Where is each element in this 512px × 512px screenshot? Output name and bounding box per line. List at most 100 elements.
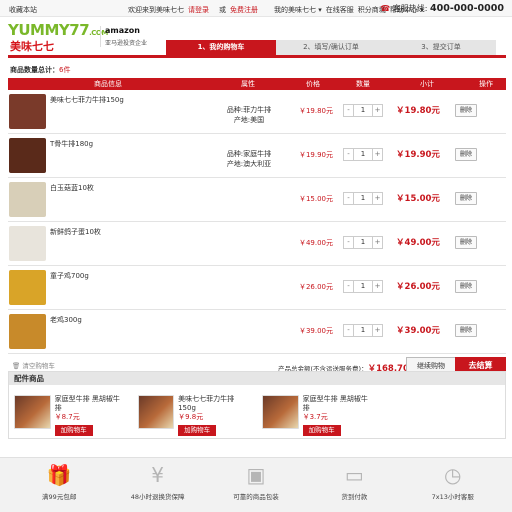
col-price: 价格 <box>306 80 320 88</box>
quantity-input[interactable]: 1 <box>353 237 373 248</box>
product-price: ￥19.90元 <box>298 151 334 159</box>
product-price: ￥49.00元 <box>298 239 334 247</box>
step-submit: 3、提交订单 <box>386 40 496 55</box>
minus-button[interactable]: - <box>344 149 353 160</box>
amazon-logo: amazon <box>105 26 140 35</box>
product-image[interactable] <box>9 314 46 349</box>
service-bar: 🎁 满99元包邮 ¥ 48小时退换货保障 ▣ 可靠的商品包装 ▭ 货到付款 ◷ 7x13… <box>0 457 512 512</box>
product-price: ￥39.00元 <box>298 327 334 335</box>
accessory-name[interactable]: 美味七七菲力牛排150g <box>178 395 248 413</box>
product-price: ￥26.00元 <box>298 283 334 291</box>
minus-button[interactable]: - <box>344 105 353 116</box>
product-image[interactable] <box>9 138 46 173</box>
checkout-steps: 1、我的购物车 2、填写/确认订单 3、提交订单 <box>166 40 496 55</box>
cart-row: T骨牛排180g 品种:家庭牛排 产地:澳大利亚 ￥19.90元 - 1 + ￥1… <box>8 134 506 178</box>
service-item: ▣ 可靠的商品包装 <box>216 458 296 512</box>
quantity-stepper[interactable]: - 1 + <box>343 324 383 337</box>
col-op: 操作 <box>479 80 493 88</box>
accessory-image[interactable] <box>14 395 51 429</box>
card-icon: ▭ <box>344 463 364 487</box>
minus-button[interactable]: - <box>344 237 353 248</box>
accessory-name[interactable]: 家庭型牛排 黑胡椒牛排 <box>303 395 372 413</box>
accessory-price: ￥9.8元 <box>178 413 204 421</box>
cart-table: 商品数量总计：6件 商品信息 属性 价格 数量 小计 操作 美味七七菲力牛排15… <box>8 62 506 378</box>
product-subtotal: ￥19.80元 <box>396 106 440 116</box>
product-price: ￥15.00元 <box>298 195 334 203</box>
cart-count: 商品数量总计：6件 <box>10 66 71 74</box>
product-price: ￥19.80元 <box>298 107 334 115</box>
hotline-label: 客服热线: <box>392 4 428 13</box>
quantity-input[interactable]: 1 <box>353 281 373 292</box>
top-bar: 收藏本站 欢迎来到美味七七 请登录 或 免费注册 我的美味七七 ▾ 在线客服 积… <box>0 0 512 17</box>
delete-button[interactable]: 删除 <box>455 104 477 117</box>
quantity-input[interactable]: 1 <box>353 149 373 160</box>
service-item: ◷ 7x13小时客服 <box>413 458 493 512</box>
quantity-stepper[interactable]: - 1 + <box>343 280 383 293</box>
quantity-stepper[interactable]: - 1 + <box>343 236 383 249</box>
clear-cart-link[interactable]: 🗑 清空购物车 <box>12 360 55 370</box>
add-to-cart-button[interactable]: 加购物车 <box>54 425 93 436</box>
product-subtotal: ￥19.90元 <box>396 150 440 160</box>
service-label: 7x13小时客服 <box>431 493 474 501</box>
quantity-input[interactable]: 1 <box>353 193 373 204</box>
quantity-stepper[interactable]: - 1 + <box>343 104 383 117</box>
minus-button[interactable]: - <box>344 281 353 292</box>
product-image[interactable] <box>9 182 46 217</box>
amazon-caption: 亚马逊投资企业 <box>105 40 148 47</box>
cart-row: 童子鸡700g ￥26.00元 - 1 + ￥26.00元 删除 <box>8 266 506 310</box>
login-link[interactable]: 请登录 <box>188 5 209 15</box>
accessory-item: 家庭型牛排 黑胡椒牛排 ￥8.7元 加购物车 <box>14 395 124 436</box>
product-image[interactable] <box>9 270 46 305</box>
gift-icon: 🎁 <box>46 463 72 487</box>
register-link[interactable]: 免费注册 <box>230 5 258 15</box>
product-image[interactable] <box>9 94 46 129</box>
add-to-cart-button[interactable]: 加购物车 <box>178 425 217 436</box>
online-service-link[interactable]: 在线客服 <box>326 5 354 15</box>
package-icon: ▣ <box>246 463 266 487</box>
product-subtotal: ￥15.00元 <box>396 194 440 204</box>
accessory-price: ￥3.7元 <box>302 413 328 421</box>
product-name[interactable]: 老鸡300g <box>50 315 82 325</box>
service-label: 货到付款 <box>341 493 368 501</box>
step-cart: 1、我的购物车 <box>166 40 276 55</box>
minus-button[interactable]: - <box>344 193 353 204</box>
or-text: 或 <box>219 6 226 14</box>
service-item: ▭ 货到付款 <box>314 458 394 512</box>
clock-icon: ◷ <box>444 463 462 487</box>
accessory-image[interactable] <box>262 395 299 429</box>
service-item: 🎁 满99元包邮 <box>19 458 99 512</box>
service-label: 满99元包邮 <box>42 493 77 501</box>
quantity-stepper[interactable]: - 1 + <box>343 192 383 205</box>
accessory-image[interactable] <box>138 395 175 429</box>
hotline-number: 400-000-0000 <box>430 3 504 14</box>
product-name[interactable]: 白玉菇蓝10枚 <box>50 183 94 193</box>
bookmark-link[interactable]: 收藏本站 <box>9 5 37 15</box>
cart-row: 新鲜鸽子蛋10枚 ￥49.00元 - 1 + ￥49.00元 删除 <box>8 222 506 266</box>
quantity-input[interactable]: 1 <box>353 105 373 116</box>
add-to-cart-button[interactable]: 加购物车 <box>302 425 341 436</box>
product-name[interactable]: 童子鸡700g <box>50 271 89 281</box>
col-info: 商品信息 <box>94 80 122 88</box>
delete-button[interactable]: 删除 <box>455 324 477 337</box>
product-name[interactable]: 新鲜鸽子蛋10枚 <box>50 227 101 237</box>
minus-button[interactable]: - <box>344 325 353 336</box>
phone-icon: ☎ <box>380 4 391 13</box>
delete-button[interactable]: 删除 <box>455 236 477 249</box>
quantity-input[interactable]: 1 <box>353 325 373 336</box>
product-subtotal: ￥39.00元 <box>396 326 440 336</box>
site-logo[interactable]: YUMMY77.COM 美味七七 <box>8 23 108 53</box>
my-account-menu[interactable]: 我的美味七七 ▾ <box>274 5 322 15</box>
trash-icon: 🗑 <box>12 362 21 370</box>
delete-button[interactable]: 删除 <box>455 148 477 161</box>
delete-button[interactable]: 删除 <box>455 192 477 205</box>
step-confirm: 2、填写/确认订单 <box>276 40 386 55</box>
table-header: 商品信息 属性 价格 数量 小计 操作 <box>8 78 506 90</box>
accessory-price: ￥8.7元 <box>54 413 80 421</box>
product-image[interactable] <box>9 226 46 261</box>
delete-button[interactable]: 删除 <box>455 280 477 293</box>
quantity-stepper[interactable]: - 1 + <box>343 148 383 161</box>
accessory-name[interactable]: 家庭型牛排 黑胡椒牛排 <box>55 395 124 413</box>
service-item: ¥ 48小时退换货保障 <box>118 458 198 512</box>
product-name[interactable]: T骨牛排180g <box>50 139 93 149</box>
product-name[interactable]: 美味七七菲力牛排150g <box>50 95 124 105</box>
